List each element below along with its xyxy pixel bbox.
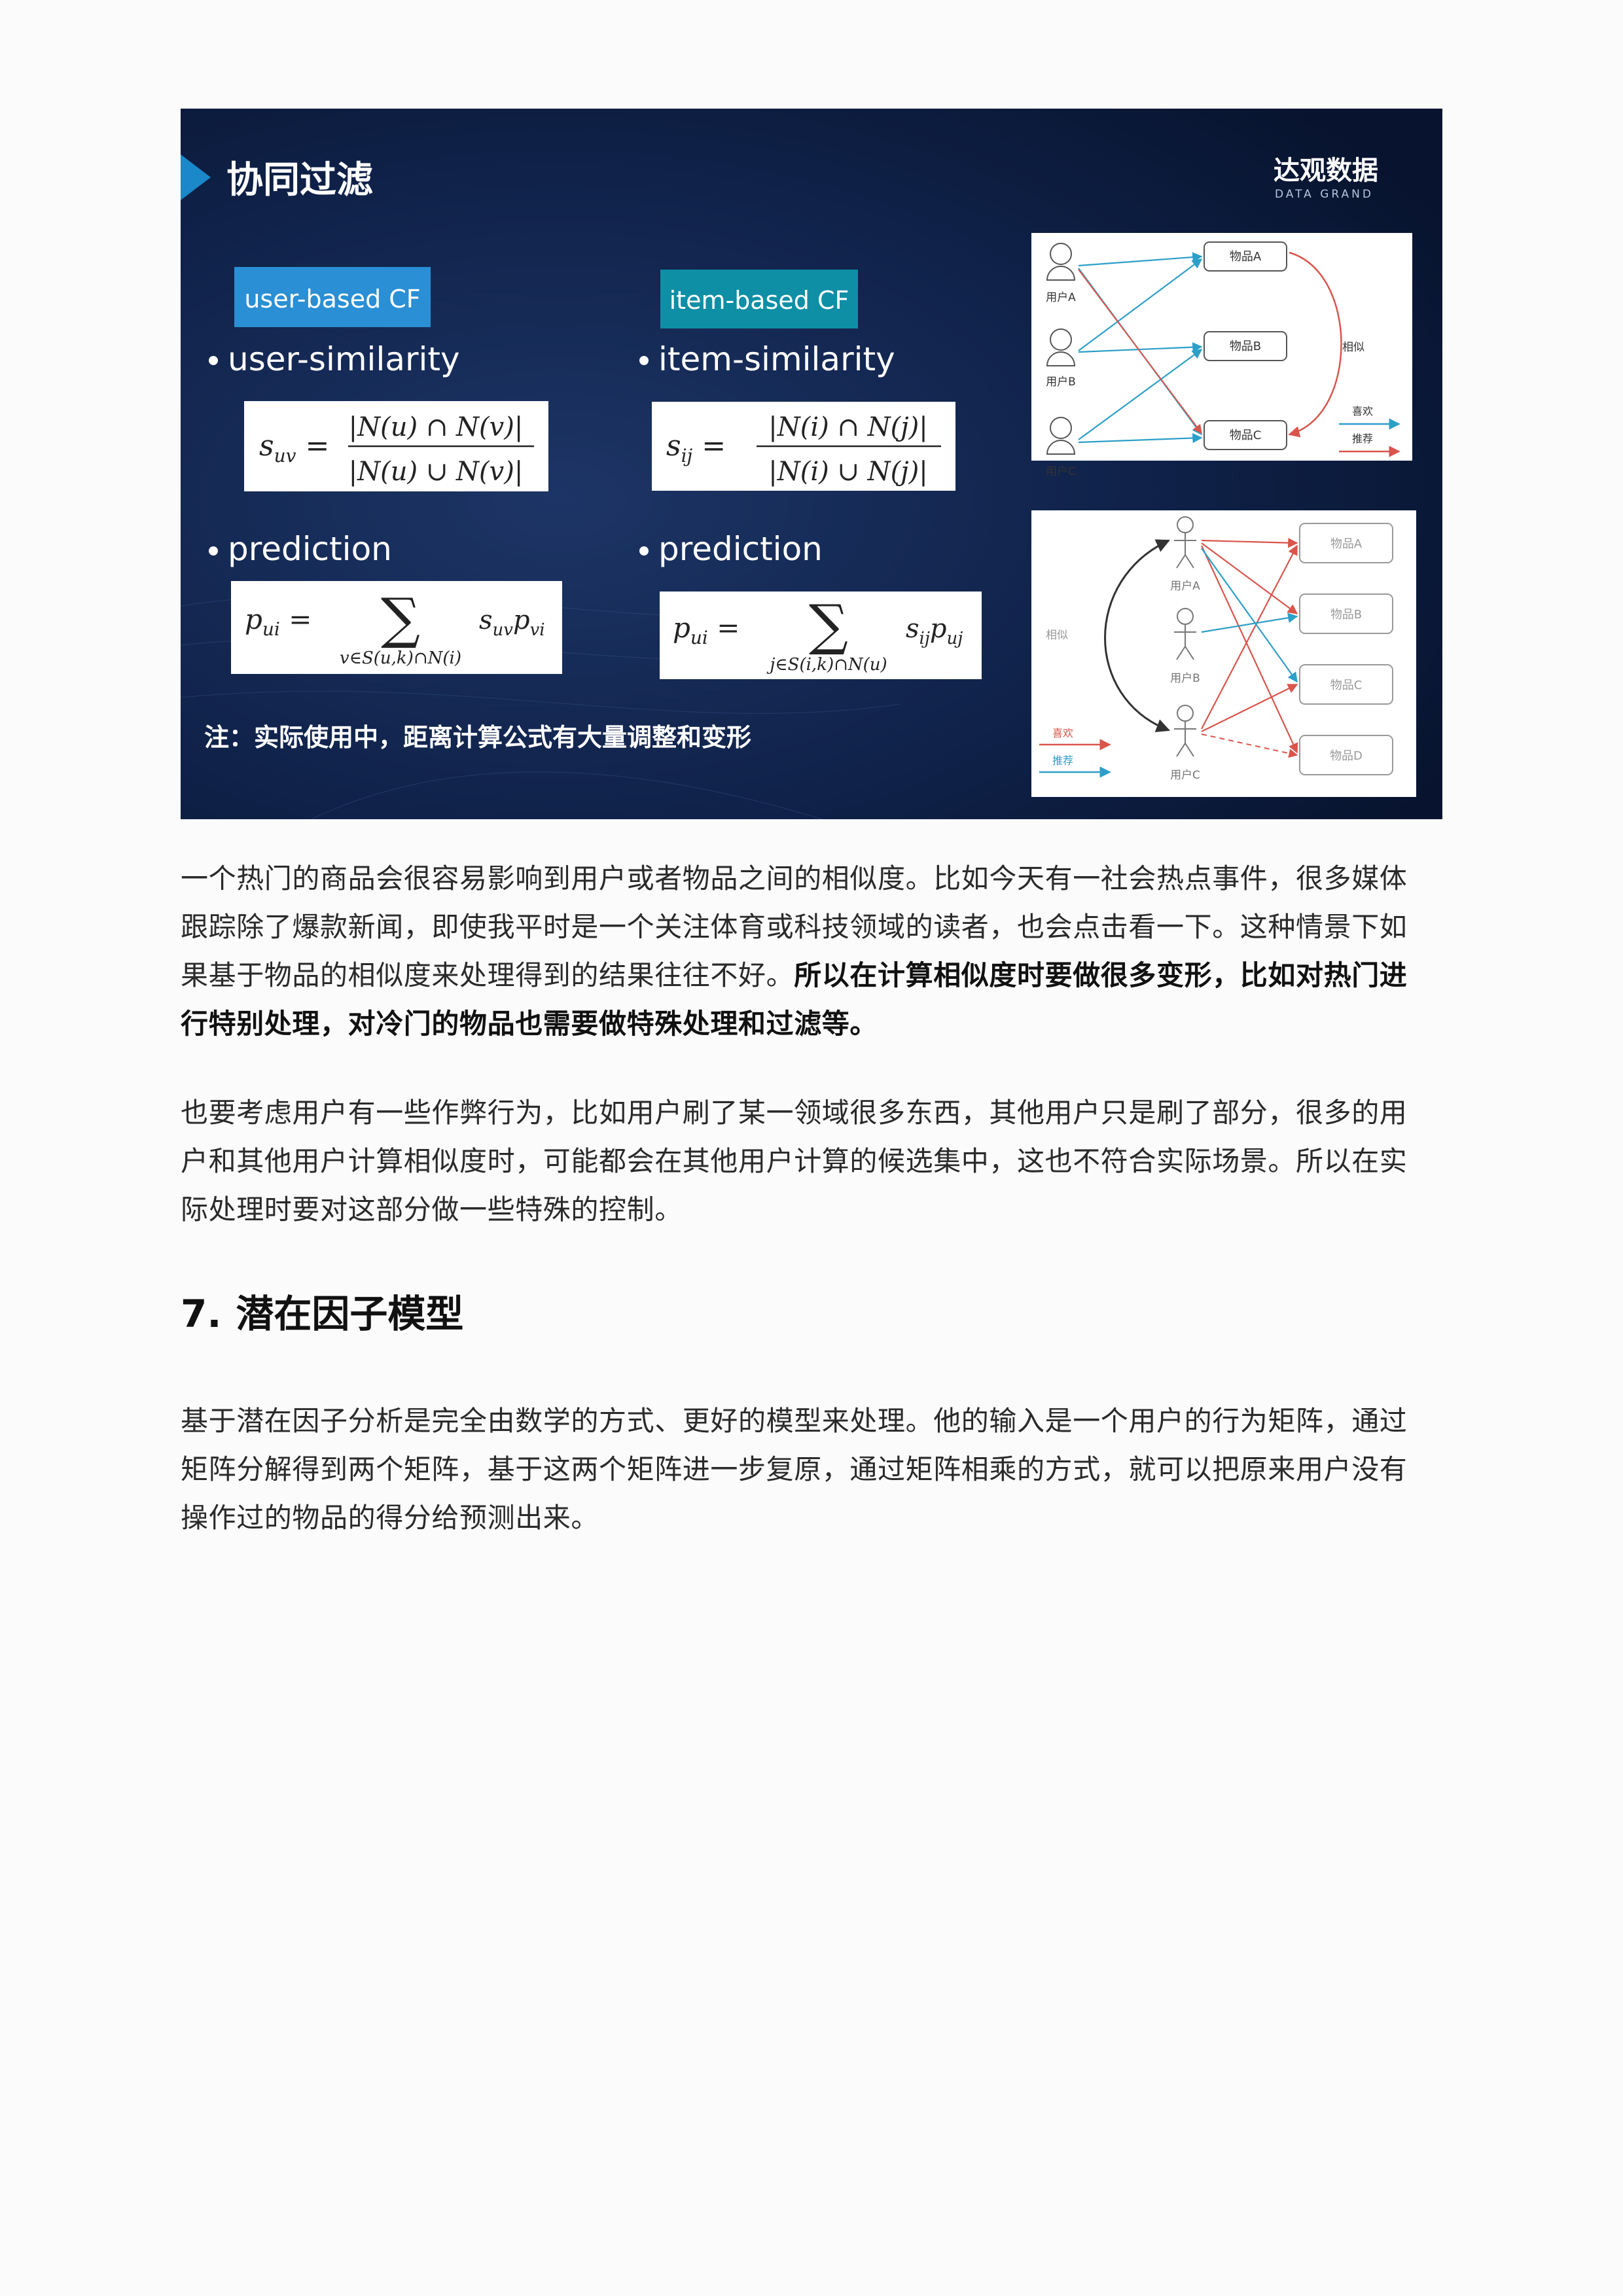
bullet-icon (209, 356, 218, 365)
legend-like: 喜欢 (1052, 727, 1073, 739)
brand-tagline: DATA GRAND (1275, 188, 1374, 201)
diagram-item-label: 物品C (1330, 679, 1363, 692)
text-line: 跟踪除了爆款新闻，即使我平时是一个关注体育或科技领域的读者，也会点击看一下。这种… (181, 911, 1408, 943)
diagram-user-label: 用户C (1170, 769, 1200, 782)
user-based-diagram: 用户A 用户B 用户C 物品A 物品B 物品C 物品D 相似 喜欢 推荐 (1031, 510, 1416, 797)
similar-label: 相似 (1046, 629, 1068, 642)
text-line: 际处理时要对这部分做一些特殊的控制。 (181, 1193, 683, 1226)
diagram-item-label: 物品B (1230, 340, 1261, 353)
text-line: 户和其他用户计算相似度时，可能都会在其他用户计算的候选集中，这也不符合实际场景。… (181, 1145, 1408, 1177)
diagram-user-label: 用户B (1170, 672, 1200, 685)
svg-text:sij =: sij = (666, 429, 726, 467)
slide-graphic: 协同过滤 达观数据 DATA GRAND user-based CF user-… (181, 109, 1442, 819)
diagram-item-label: 物品D (1330, 749, 1363, 763)
bullet-icon (209, 546, 218, 556)
similarity-denominator: |N(i) ∪ N(j)| (768, 457, 928, 487)
user-similarity-formula: suv = |N(u) ∩ N(v)| |N(u) ∪ N(v)| (244, 401, 548, 491)
diagram-item-label: 物品A (1230, 250, 1262, 264)
item-based-diagram: 用户A 用户B 用户C 物品A 物品B 物品C 相似 喜欢 推荐 (1031, 233, 1412, 478)
legend-like: 喜欢 (1352, 405, 1373, 417)
paragraph-latent-factor: 基于潜在因子分析是完全由数学的方式、更好的模型来处理。他的输入是一个用户的行为矩… (181, 1397, 1442, 1542)
text-line: 果基于物品的相似度来处理得到的结果往往不好。 (181, 959, 794, 991)
text-line: 基于潜在因子分析是完全由数学的方式、更好的模型来处理。他的输入是一个用户的行为矩… (181, 1405, 1408, 1437)
text-line: 矩阵分解得到两个矩阵，基于这两个矩阵进一步复原，通过矩阵相乘的方式，就可以把原来… (181, 1453, 1408, 1485)
text-line: 一个热门的商品会很容易影响到用户或者物品之间的相似度。比如今天有一社会热点事件，… (181, 862, 1408, 894)
section-number: 7. (181, 1292, 222, 1336)
bold-text-line: 行特别处理，对冷门的物品也需要做特殊处理和过滤等。 (181, 1008, 878, 1040)
user-prediction-label: prediction (228, 530, 392, 568)
diagram-item-label: 物品C (1230, 429, 1262, 442)
svg-text:∑: ∑ (381, 586, 420, 650)
diagram-user-label: 用户A (1046, 291, 1076, 304)
section-heading: 7. 潜在因子模型 (181, 1288, 463, 1340)
diagram-item-label: 物品B (1330, 608, 1362, 622)
legend-recommend: 推荐 (1052, 754, 1073, 767)
text-line: 也要考虑用户有一些作弊行为，比如用户刷了某一领域很多东西，其他用户只是刷了部分，… (181, 1097, 1408, 1129)
diagram-user-label: 用户B (1046, 376, 1076, 389)
user-prediction-formula: pui = ∑ v∈S(u,k)∩N(i) suvpvi (231, 581, 562, 674)
section-title: 潜在因子模型 (236, 1292, 464, 1336)
bullet-icon (639, 356, 649, 365)
sum-subscript: j∈S(i,k)∩N(u) (766, 655, 887, 675)
svg-text:∑: ∑ (809, 593, 848, 657)
slide-title: 协同过滤 (226, 159, 373, 202)
collaborative-filtering-slide: 协同过滤 达观数据 DATA GRAND user-based CF user-… (181, 109, 1442, 819)
paragraph-hot-items: 一个热门的商品会很容易影响到用户或者物品之间的相似度。比如今天有一社会热点事件，… (181, 855, 1442, 1048)
similarity-numerator: |N(i) ∩ N(j)| (768, 412, 928, 442)
item-similarity-formula: sij = |N(i) ∩ N(j)| |N(i) ∪ N(j)| (652, 402, 955, 491)
item-based-badge-label: item-based CF (669, 286, 849, 315)
item-prediction-formula: pui = ∑ j∈S(i,k)∩N(u) sijpuj (660, 592, 982, 679)
similarity-numerator: |N(u) ∩ N(v)| (349, 412, 524, 442)
sum-subscript: v∈S(u,k)∩N(i) (340, 648, 461, 668)
slide-note: 注：实际使用中，距离计算公式有大量调整和变形 (204, 723, 751, 752)
diagram-user-label: 用户C (1046, 465, 1076, 478)
user-similarity-label: user-similarity (228, 340, 460, 378)
legend-recommend: 推荐 (1352, 433, 1373, 445)
paragraph-cheating-users: 也要考虑用户有一些作弊行为，比如用户刷了某一领域很多东西，其他用户只是刷了部分，… (181, 1089, 1442, 1234)
item-prediction-label: prediction (658, 530, 823, 568)
text-line: 操作过的物品的得分给预测出来。 (181, 1502, 599, 1534)
similar-label: 相似 (1342, 341, 1364, 354)
user-based-badge-label: user-based CF (244, 285, 420, 313)
item-similarity-label: item-similarity (658, 340, 895, 378)
bullet-icon (639, 546, 649, 556)
diagram-item-label: 物品A (1330, 537, 1363, 551)
bold-text-line: 所以在计算相似度时要做很多变形，比如对热门进 (794, 959, 1408, 991)
brand-logo: 达观数据 (1274, 156, 1378, 186)
similarity-denominator: |N(u) ∪ N(v)| (349, 457, 524, 487)
diagram-user-label: 用户A (1170, 580, 1200, 593)
